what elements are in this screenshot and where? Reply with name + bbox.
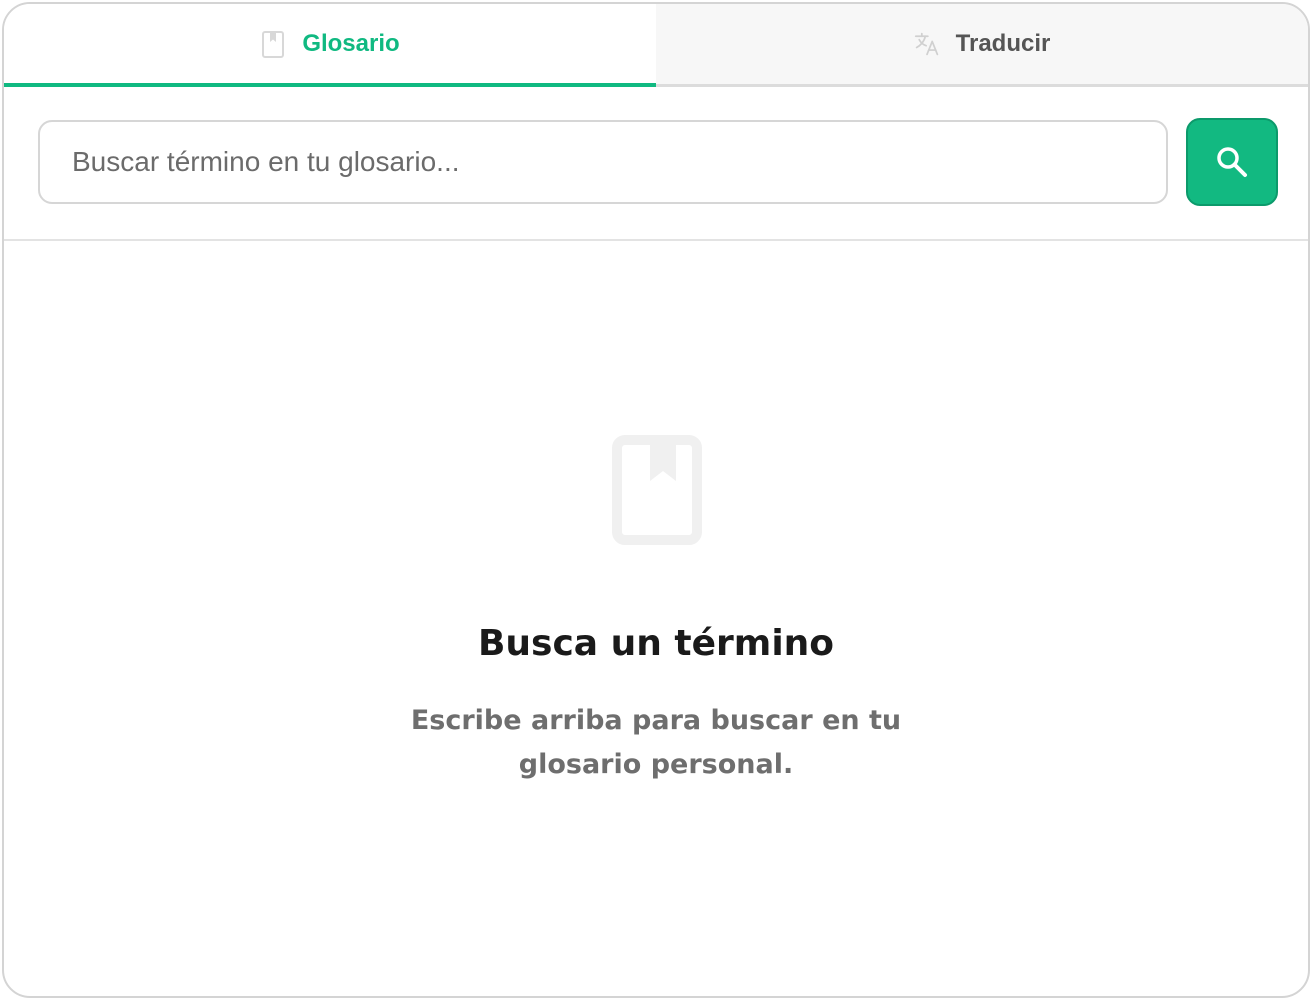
- glossary-panel: Glosario Traducir Buscar término en tu g…: [2, 2, 1310, 998]
- tab-traducir[interactable]: Traducir: [656, 4, 1308, 84]
- search-button[interactable]: [1186, 118, 1278, 206]
- search-bar: [4, 87, 1308, 241]
- tab-glosario[interactable]: Glosario: [4, 4, 656, 87]
- empty-state-description: Escribe arriba para buscar en tu glosari…: [410, 705, 902, 780]
- translate-icon: [914, 30, 940, 58]
- empty-state: Busca un término Escribe arriba para bus…: [4, 241, 1308, 996]
- search-input[interactable]: [38, 120, 1168, 204]
- tab-label: Traducir: [955, 30, 1051, 57]
- tab-label: Glosario: [302, 30, 400, 57]
- bookmark-icon: [260, 30, 286, 58]
- tab-bar: Glosario Traducir: [4, 4, 1308, 87]
- bookmark-icon: [612, 435, 702, 545]
- empty-state-title: Busca un término: [477, 623, 835, 664]
- search-icon: [1215, 145, 1249, 179]
